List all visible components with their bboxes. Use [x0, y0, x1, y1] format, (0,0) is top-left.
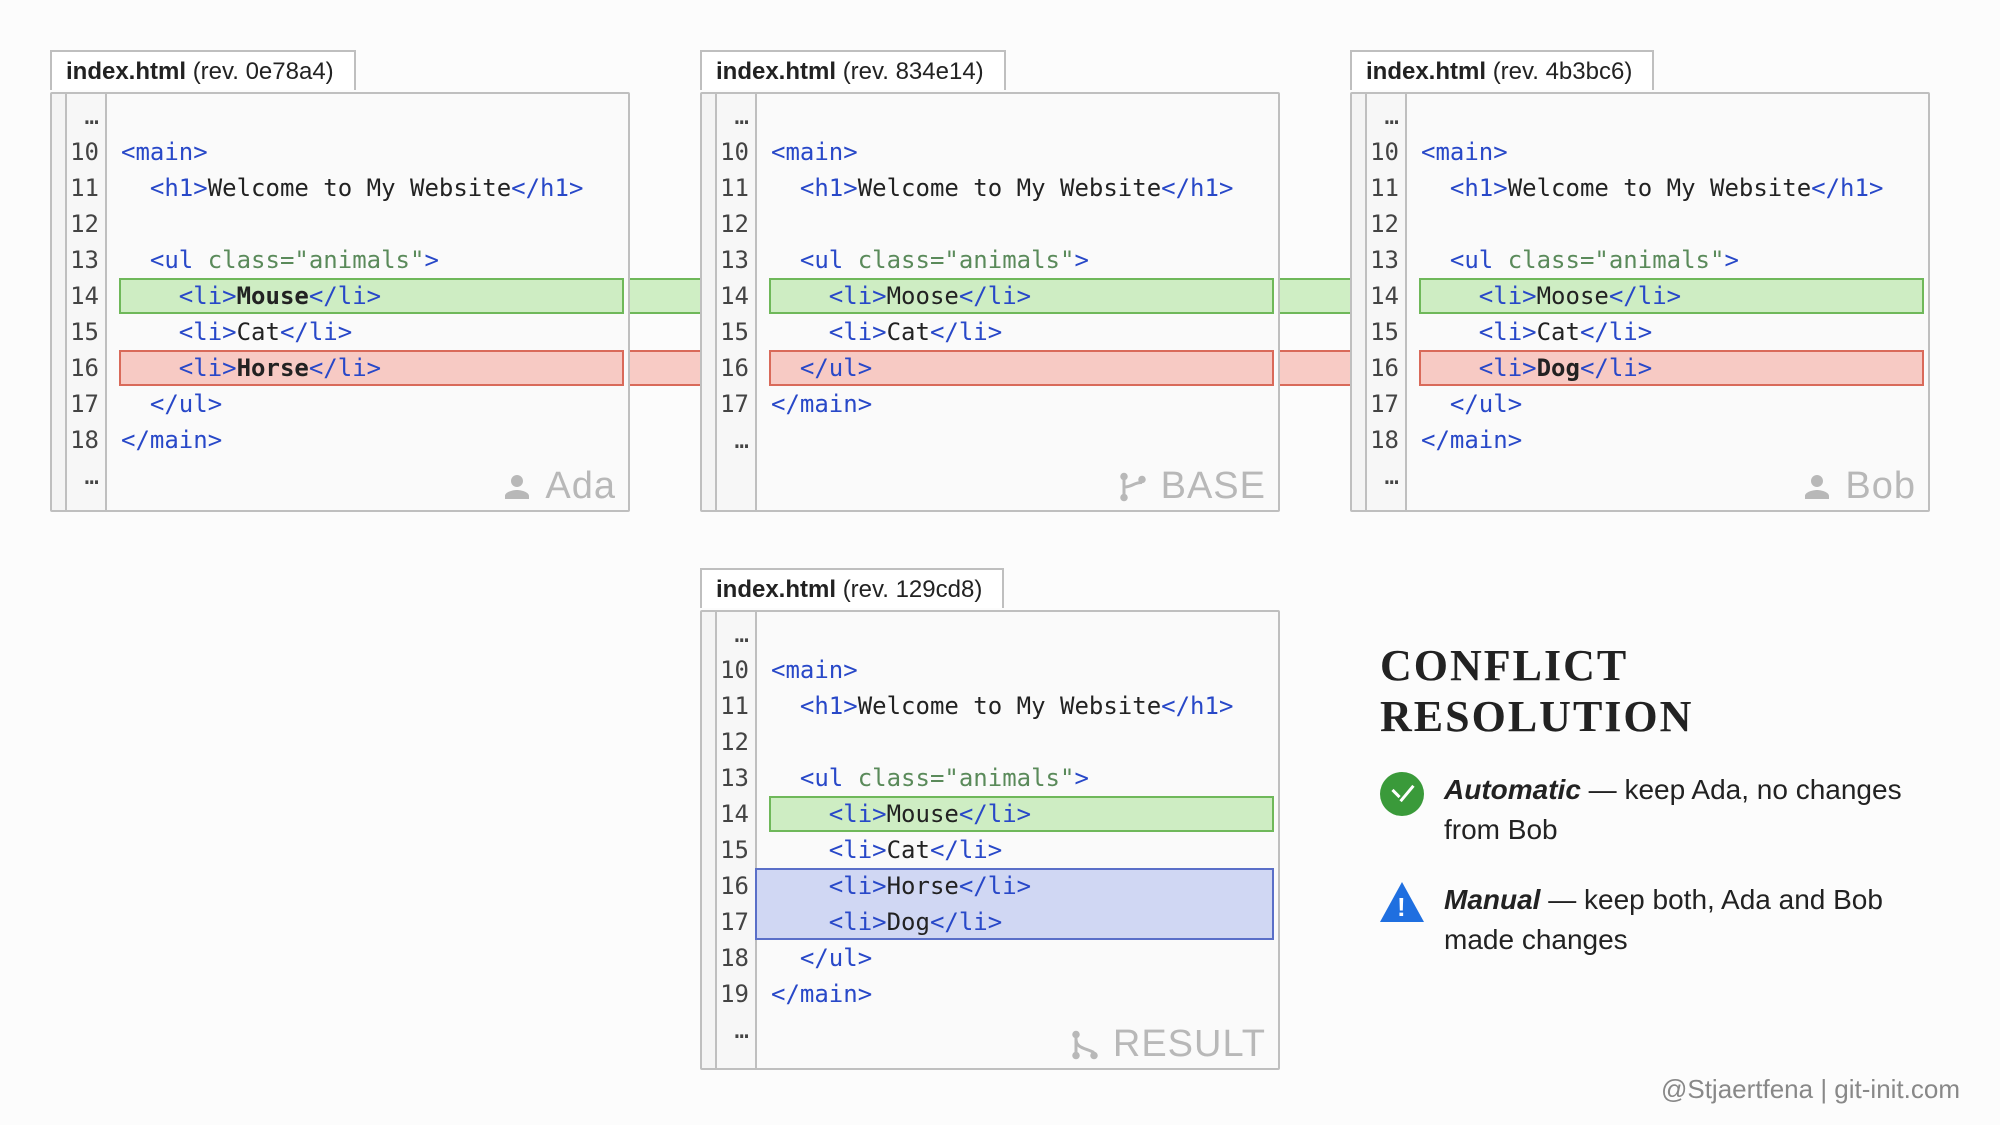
legend-conflict-resolution: Conflict resolution Automatic — keep Ada…	[1380, 640, 1940, 990]
gutter-strip	[702, 94, 717, 510]
legend-row-manual: Manual — keep both, Ada and Bob made cha…	[1380, 880, 1940, 960]
legend-manual-label: Manual	[1444, 884, 1540, 915]
connector-green-2	[1280, 278, 1350, 314]
panel-ada-rev: (rev. 0e78a4)	[193, 58, 334, 85]
corner-label-result-text: RESULT	[1113, 1023, 1266, 1066]
gutter-strip	[702, 612, 717, 1068]
panel-ada-filename: index.html	[66, 58, 186, 85]
panel-base-tab: index.html (rev. 834e14)	[700, 50, 1006, 90]
warning-icon	[1380, 882, 1424, 922]
corner-label-result: RESULT	[1067, 1023, 1266, 1066]
connector-red-2	[1280, 350, 1350, 386]
legend-title: Conflict resolution	[1380, 640, 1940, 742]
line-numbers: …1011121314151617…	[717, 94, 757, 510]
line-numbers: …10111213141516171819…	[717, 612, 757, 1068]
legend-automatic-label: Automatic	[1444, 774, 1581, 805]
panel-base-filename: index.html	[716, 58, 836, 85]
panel-base-rev: (rev. 834e14)	[843, 58, 984, 85]
branch-icon	[1115, 469, 1151, 505]
panel-ada: index.html (rev. 0e78a4) …10111213141516…	[50, 92, 630, 512]
panel-bob-filename: index.html	[1366, 58, 1486, 85]
code-content: <main> <h1>Welcome to My Website</h1> <u…	[107, 94, 628, 510]
connector-red-1	[630, 350, 700, 386]
connector-green-1	[630, 278, 700, 314]
panel-base: index.html (rev. 834e14) …10111213141516…	[700, 92, 1280, 512]
corner-label-ada: Ada	[499, 465, 616, 508]
corner-label-base-text: BASE	[1161, 465, 1266, 508]
panel-result: index.html (rev. 129cd8) …10111213141516…	[700, 610, 1280, 1070]
panel-bob-rev: (rev. 4b3bc6)	[1493, 58, 1633, 85]
panel-result-filename: index.html	[716, 576, 836, 603]
legend-text-manual: Manual — keep both, Ada and Bob made cha…	[1444, 880, 1940, 960]
gutter-strip	[1352, 94, 1367, 510]
merge-icon	[1067, 1027, 1103, 1063]
panel-result-rev: (rev. 129cd8)	[843, 576, 983, 603]
code-content: <main> <h1>Welcome to My Website</h1> <u…	[757, 94, 1278, 510]
panel-bob: index.html (rev. 4b3bc6) …10111213141516…	[1350, 92, 1930, 512]
code-content: <main> <h1>Welcome to My Website</h1> <u…	[757, 612, 1278, 1068]
legend-row-automatic: Automatic — keep Ada, no changes from Bo…	[1380, 770, 1940, 850]
credit-text: @Stjaertfena | git-init.com	[1661, 1074, 1960, 1105]
user-icon	[499, 469, 535, 505]
corner-label-bob: Bob	[1799, 465, 1916, 508]
corner-label-base: BASE	[1115, 465, 1266, 508]
line-numbers: …101112131415161718…	[67, 94, 107, 510]
panel-bob-tab: index.html (rev. 4b3bc6)	[1350, 50, 1654, 90]
corner-label-bob-text: Bob	[1845, 465, 1916, 508]
corner-label-ada-text: Ada	[545, 465, 616, 508]
user-icon	[1799, 469, 1835, 505]
code-content: <main> <h1>Welcome to My Website</h1> <u…	[1407, 94, 1928, 510]
panel-ada-tab: index.html (rev. 0e78a4)	[50, 50, 356, 90]
gutter-strip	[52, 94, 67, 510]
check-icon	[1380, 772, 1424, 816]
legend-text-automatic: Automatic — keep Ada, no changes from Bo…	[1444, 770, 1940, 850]
line-numbers: …101112131415161718…	[1367, 94, 1407, 510]
panel-result-tab: index.html (rev. 129cd8)	[700, 568, 1004, 608]
